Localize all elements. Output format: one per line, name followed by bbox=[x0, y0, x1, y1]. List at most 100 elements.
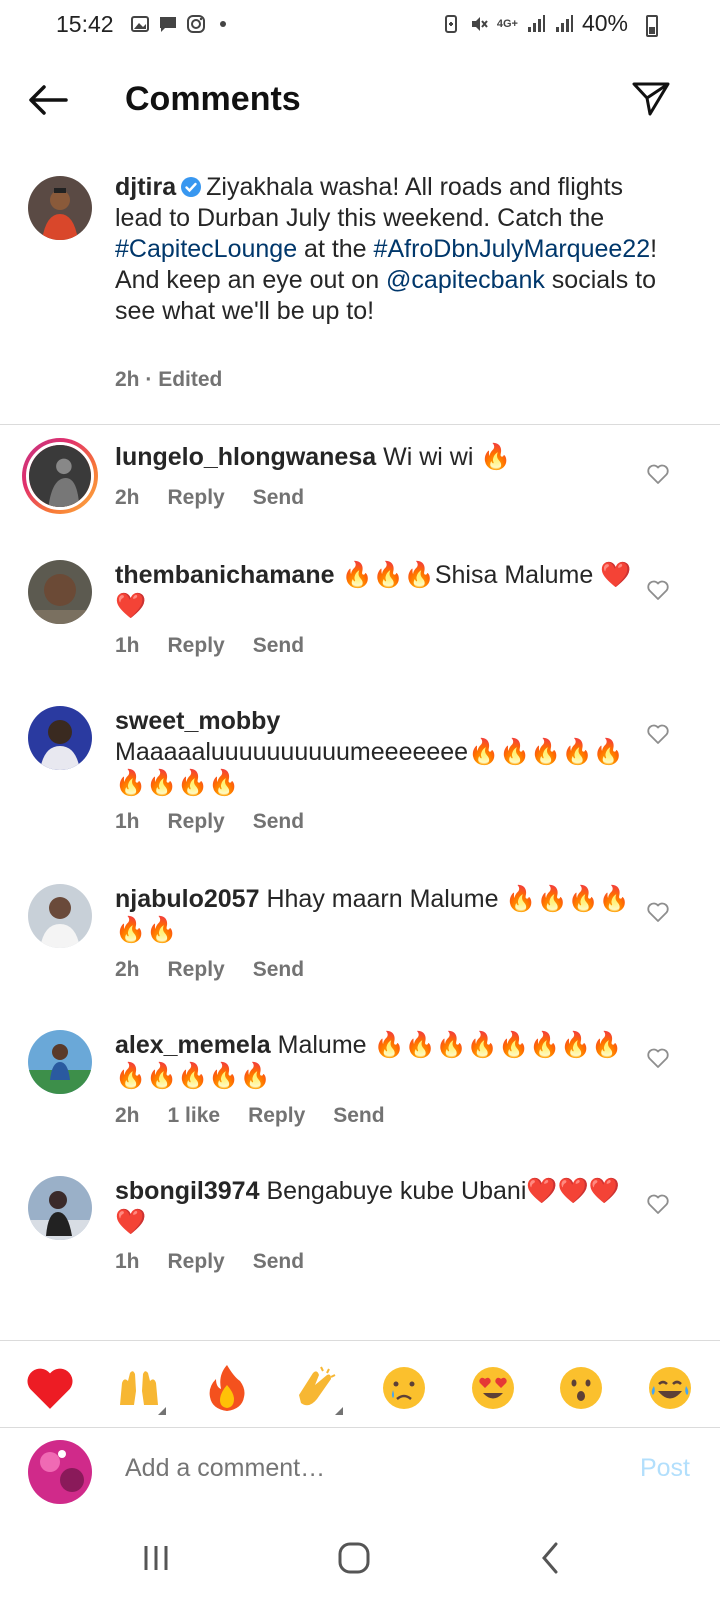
caption-username[interactable]: djtira bbox=[115, 173, 176, 201]
avatar[interactable] bbox=[28, 706, 92, 770]
hashtag-link[interactable]: #AfroDbnJulyMarquee22 bbox=[374, 235, 651, 263]
back-arrow-icon[interactable] bbox=[26, 80, 70, 120]
reply-button[interactable]: Reply bbox=[168, 810, 225, 834]
comment-meta: 2h Reply Send bbox=[115, 486, 304, 510]
reaction-heart-button[interactable] bbox=[21, 1359, 79, 1417]
dot-icon bbox=[220, 21, 226, 27]
avatar[interactable] bbox=[28, 560, 92, 624]
comment-composer: Post bbox=[0, 1430, 720, 1514]
app-header: Comments bbox=[0, 62, 720, 138]
comment-username[interactable]: thembanichamane bbox=[115, 561, 335, 589]
reaction-clap-button[interactable] bbox=[287, 1359, 345, 1417]
reaction-surprised-button[interactable] bbox=[552, 1359, 610, 1417]
clapping-hands-icon bbox=[298, 1366, 336, 1406]
caption-time: 2h bbox=[115, 368, 140, 391]
page-title: Comments bbox=[125, 80, 301, 118]
gallery-icon bbox=[131, 16, 149, 32]
heart-eyes-icon bbox=[471, 1367, 514, 1409]
comment-meta: 2h Reply Send bbox=[115, 958, 304, 982]
reply-button[interactable]: Reply bbox=[168, 958, 225, 982]
hashtag-link[interactable]: #CapitecLounge bbox=[115, 235, 297, 263]
reply-button[interactable]: Reply bbox=[168, 486, 225, 510]
battery-saver-icon bbox=[444, 14, 457, 33]
comment-body: sbongil3974 Bengabuye kube Ubani❤️❤️❤️❤️ bbox=[115, 1176, 635, 1238]
crying-face-icon bbox=[383, 1367, 426, 1409]
reaction-raising-hands-button[interactable] bbox=[110, 1359, 168, 1417]
comment-text: Maaaaaluuuuuuuuuumeeeeeee🔥🔥🔥🔥🔥🔥🔥🔥🔥 bbox=[115, 738, 624, 797]
send-button[interactable]: Send bbox=[253, 634, 304, 658]
caption-meta: 2h · Edited bbox=[115, 368, 223, 391]
mention-link[interactable]: @capitecbank bbox=[386, 266, 545, 294]
comment-username[interactable]: lungelo_hlongwanesa bbox=[115, 443, 376, 471]
raising-hands-icon bbox=[119, 1371, 158, 1405]
comment-username[interactable]: alex_memela bbox=[115, 1031, 271, 1059]
send-button[interactable]: Send bbox=[253, 486, 304, 510]
reaction-heart-eyes-button[interactable] bbox=[464, 1359, 522, 1417]
post-button[interactable]: Post bbox=[640, 1454, 690, 1483]
mute-icon bbox=[471, 16, 488, 31]
signal-icon bbox=[555, 14, 573, 32]
avatar[interactable] bbox=[28, 1176, 92, 1240]
system-nav-bar bbox=[0, 1514, 720, 1600]
comment-meta: 1h Reply Send bbox=[115, 810, 304, 834]
status-bar: 15:42 4G+ 40% bbox=[0, 0, 720, 52]
system-icons: 4G+ 40% bbox=[441, 10, 652, 37]
like-heart-icon[interactable] bbox=[646, 462, 670, 486]
avatar[interactable] bbox=[28, 176, 92, 240]
like-heart-icon[interactable] bbox=[646, 900, 670, 924]
comment-username[interactable]: sbongil3974 bbox=[115, 1177, 260, 1205]
edited-label: Edited bbox=[158, 368, 223, 391]
like-heart-icon[interactable] bbox=[646, 722, 670, 746]
comment-body: lungelo_hlongwanesa Wi wi wi 🔥 bbox=[115, 442, 635, 473]
reaction-laughing-button[interactable] bbox=[641, 1359, 699, 1417]
avatar[interactable] bbox=[28, 884, 92, 948]
comment-body: thembanichamane 🔥🔥🔥Shisa Malume ❤️❤️ bbox=[115, 560, 635, 622]
divider bbox=[0, 1427, 720, 1428]
like-count[interactable]: 1 like bbox=[168, 1104, 221, 1128]
send-button[interactable]: Send bbox=[333, 1104, 384, 1128]
avatar[interactable] bbox=[28, 1030, 92, 1094]
like-heart-icon[interactable] bbox=[646, 578, 670, 602]
status-time: 15:42 bbox=[56, 11, 114, 37]
home-icon[interactable] bbox=[334, 1540, 374, 1576]
send-button[interactable]: Send bbox=[253, 810, 304, 834]
comment-time: 1h bbox=[115, 634, 140, 657]
recent-apps-icon[interactable] bbox=[136, 1540, 176, 1576]
comment-time: 1h bbox=[115, 1250, 140, 1273]
comment-body: alex_memela Malume 🔥🔥🔥🔥🔥🔥🔥🔥🔥🔥🔥🔥🔥 bbox=[115, 1030, 635, 1092]
send-button[interactable]: Send bbox=[253, 958, 304, 982]
own-avatar bbox=[28, 1440, 92, 1504]
reply-button[interactable]: Reply bbox=[168, 634, 225, 658]
comment-time: 1h bbox=[115, 810, 140, 833]
comment-username[interactable]: sweet_mobby bbox=[115, 707, 280, 735]
battery-icon bbox=[646, 15, 658, 37]
more-options-indicator bbox=[157, 1407, 166, 1415]
network-type: 4G+ bbox=[496, 17, 518, 30]
back-nav-icon[interactable] bbox=[532, 1540, 572, 1576]
caption-text-part: at the bbox=[297, 235, 374, 263]
avatar[interactable] bbox=[22, 438, 98, 514]
reply-button[interactable]: Reply bbox=[248, 1104, 305, 1128]
comment-body: sweet_mobby Maaaaaluuuuuuuuuumeeeeeee🔥🔥🔥🔥… bbox=[115, 706, 635, 799]
like-heart-icon[interactable] bbox=[646, 1192, 670, 1216]
comment-meta: 1h Reply Send bbox=[115, 1250, 304, 1274]
reply-button[interactable]: Reply bbox=[168, 1250, 225, 1274]
comment-input[interactable] bbox=[125, 1454, 585, 1483]
reaction-crying-button[interactable] bbox=[375, 1359, 433, 1417]
comment-time: 2h bbox=[115, 1104, 140, 1127]
battery-percent: 40% bbox=[581, 10, 628, 36]
fire-icon bbox=[209, 1365, 245, 1411]
like-heart-icon[interactable] bbox=[646, 1046, 670, 1070]
direct-send-icon[interactable] bbox=[630, 78, 672, 120]
comment-body: njabulo2057 Hhay maarn Malume 🔥🔥🔥🔥🔥🔥 bbox=[115, 884, 635, 946]
send-button[interactable]: Send bbox=[253, 1250, 304, 1274]
comment-time: 2h bbox=[115, 486, 140, 509]
caption-text: djtira Ziyakhala washa! All roads and fli… bbox=[115, 172, 675, 327]
divider bbox=[0, 424, 720, 425]
signal-icon bbox=[527, 14, 545, 32]
comment-meta: 1h Reply Send bbox=[115, 634, 304, 658]
reaction-fire-button[interactable] bbox=[198, 1359, 256, 1417]
divider bbox=[0, 1340, 720, 1341]
comment-username[interactable]: njabulo2057 bbox=[115, 885, 260, 913]
red-heart-icon bbox=[27, 1368, 73, 1409]
